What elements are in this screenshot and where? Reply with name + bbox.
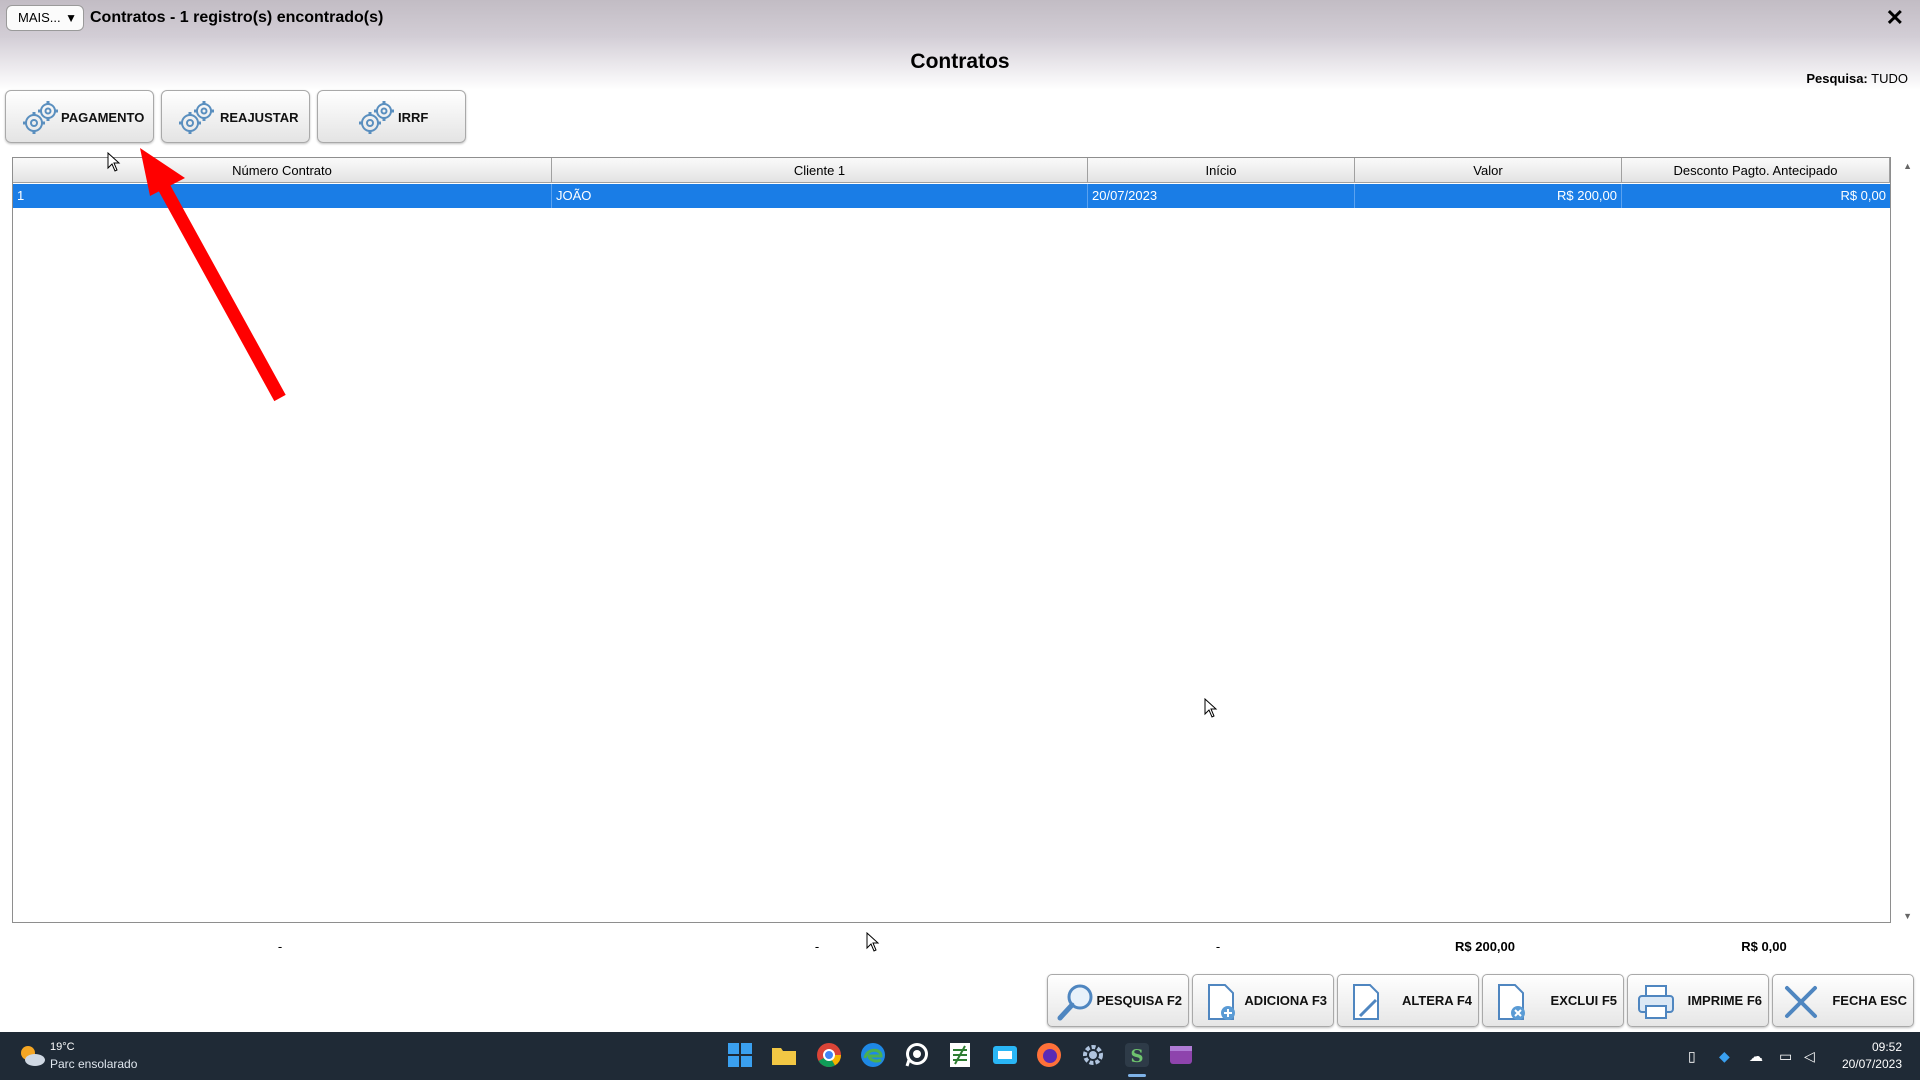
active-app-indicator [1128, 1074, 1146, 1077]
altera-label: ALTERA F4 [1401, 993, 1472, 1008]
reajustar-label: REAJUSTAR [220, 110, 299, 125]
clock-date[interactable]: 20/07/2023 [1842, 1057, 1902, 1071]
network-icon[interactable]: ▭ [1779, 1048, 1792, 1065]
media-icon[interactable] [1168, 1042, 1194, 1068]
fecha-button[interactable]: FECHA ESC [1772, 974, 1914, 1027]
total-desconto: R$ 0,00 [1741, 939, 1787, 954]
weather-description: Parc ensolarado [50, 1057, 138, 1071]
cell-desconto: R$ 0,00 [1840, 188, 1886, 203]
pagamento-label: PAGAMENTO [61, 110, 145, 125]
imprime-button[interactable]: IMPRIME F6 [1627, 974, 1769, 1027]
document-delete-icon [1498, 984, 1525, 1020]
mais-label: MAIS... [18, 10, 61, 25]
settings-icon[interactable] [1080, 1042, 1106, 1068]
taskbar: 19°C Parc ensolarado S ▯ ◆ ☁ ▭ ◁ 09:52 2… [0, 1032, 1920, 1080]
column-header-numero-contrato[interactable]: Número Contrato [13, 158, 552, 183]
search-value: TUDO [1871, 71, 1908, 86]
security-shield-icon[interactable]: ◆ [1719, 1048, 1730, 1065]
total-valor: R$ 200,00 [1455, 939, 1515, 954]
adiciona-label: ADICIONA F3 [1244, 993, 1327, 1008]
cell-numero-contrato: 1 [13, 184, 552, 208]
scroll-up-arrow-icon[interactable]: ▲ [1903, 161, 1912, 171]
column-header-valor[interactable]: Valor [1355, 158, 1622, 183]
dropdown-arrow-icon: ▼ [65, 11, 77, 25]
search-label: Pesquisa: [1806, 71, 1868, 86]
cell-inicio: 20/07/2023 [1088, 184, 1355, 208]
document-add-icon [1208, 984, 1235, 1020]
mouse-cursor-icon [866, 932, 880, 952]
scroll-down-arrow-icon[interactable]: ▼ [1903, 911, 1912, 921]
firefox-icon[interactable] [1036, 1042, 1062, 1068]
chrome-icon[interactable] [816, 1042, 842, 1068]
weather-partly-sunny-icon[interactable] [18, 1044, 46, 1068]
table-row[interactable]: 1 JOÃO 20/07/2023 R$ 200,00 R$ 0,00 [13, 184, 1890, 208]
svg-text:S: S [1131, 1046, 1144, 1067]
grid-header: Número Contrato Cliente 1 Início Valor D… [13, 158, 1890, 183]
document-edit-icon [1353, 984, 1379, 1020]
volume-icon[interactable]: ◁ [1804, 1048, 1815, 1065]
page-title: Contratos [910, 50, 1010, 73]
gear-icon [23, 101, 58, 134]
usb-icon[interactable]: ▯ [1688, 1048, 1696, 1065]
irrf-label: IRRF [398, 110, 429, 125]
mais-menu-button[interactable]: MAIS... ▼ [6, 5, 84, 31]
column-header-inicio[interactable]: Início [1088, 158, 1355, 183]
reajustar-button[interactable]: REAJUSTAR [161, 90, 310, 143]
total-inicio: - [1215, 939, 1221, 954]
exclui-button[interactable]: EXCLUI F5 [1482, 974, 1624, 1027]
irrf-button[interactable]: IRRF [317, 90, 466, 143]
column-header-desconto[interactable]: Desconto Pagto. Antecipado [1622, 158, 1890, 183]
search-status: Pesquisa: TUDO [1806, 71, 1908, 86]
close-window-icon[interactable]: ✕ [1886, 6, 1904, 30]
fecha-label: FECHA ESC [1832, 993, 1907, 1008]
whatsapp-icon[interactable] [904, 1042, 930, 1068]
gear-icon [179, 101, 214, 134]
weather-temperature: 19°C [50, 1041, 75, 1053]
total-numero-contrato: - [277, 939, 283, 954]
close-x-icon [1785, 986, 1817, 1018]
column-header-cliente[interactable]: Cliente 1 [552, 158, 1088, 183]
altera-button[interactable]: ALTERA F4 [1337, 974, 1479, 1027]
cell-cliente: JOÃO [552, 184, 1088, 208]
edge-icon[interactable] [860, 1042, 886, 1068]
windows-start-icon[interactable] [727, 1042, 753, 1068]
app-s-icon[interactable]: S [1124, 1042, 1150, 1068]
pesquisa-label: PESQUISA F2 [1096, 993, 1182, 1008]
mouse-cursor-icon [1204, 698, 1218, 718]
spreadsheet-icon[interactable] [947, 1042, 973, 1068]
mouse-cursor-icon [107, 152, 121, 172]
mail-icon[interactable] [992, 1042, 1018, 1068]
printer-icon [1638, 985, 1674, 1019]
exclui-label: EXCLUI F5 [1550, 993, 1617, 1008]
pesquisa-button[interactable]: PESQUISA F2 [1047, 974, 1189, 1027]
total-cliente: - [814, 939, 820, 954]
gear-icon [359, 101, 394, 134]
magnifier-icon [1057, 984, 1093, 1021]
clock-time[interactable]: 09:52 [1872, 1040, 1902, 1054]
imprime-label: IMPRIME F6 [1687, 993, 1762, 1008]
cloud-icon[interactable]: ☁ [1749, 1048, 1763, 1065]
contracts-grid[interactable]: Número Contrato Cliente 1 Início Valor D… [12, 157, 1891, 923]
title-bar: MAIS... ▼ Contratos - 1 registro(s) enco… [0, 0, 1920, 38]
window-title: Contratos - 1 registro(s) encontrado(s) [90, 9, 384, 26]
pagamento-button[interactable]: PAGAMENTO [5, 90, 154, 143]
file-explorer-icon[interactable] [771, 1042, 797, 1068]
cell-valor: R$ 200,00 [1355, 184, 1622, 208]
adiciona-button[interactable]: ADICIONA F3 [1192, 974, 1334, 1027]
